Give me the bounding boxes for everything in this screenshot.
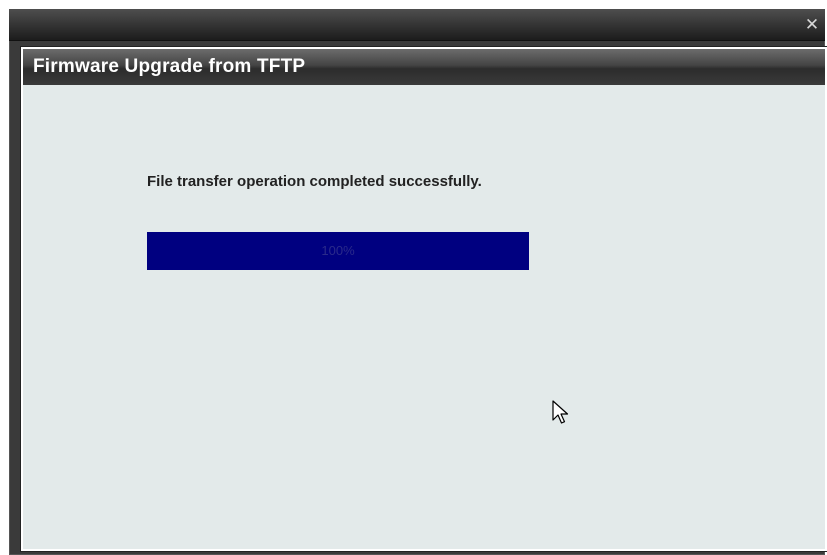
modal-overlay: ✕ Firmware Upgrade from TFTP File transf… [9,9,827,555]
dialog-title: Firmware Upgrade from TFTP [33,56,306,77]
firmware-upgrade-dialog: Firmware Upgrade from TFTP File transfer… [21,47,827,551]
close-icon[interactable]: ✕ [801,14,823,36]
modal-top-bar: ✕ [9,9,825,41]
dialog-header: Firmware Upgrade from TFTP [23,49,825,85]
mouse-cursor-icon [552,400,569,424]
progress-label: 100% [321,243,355,258]
progress-bar: 100% [147,232,529,270]
status-message: File transfer operation completed succes… [147,173,482,190]
